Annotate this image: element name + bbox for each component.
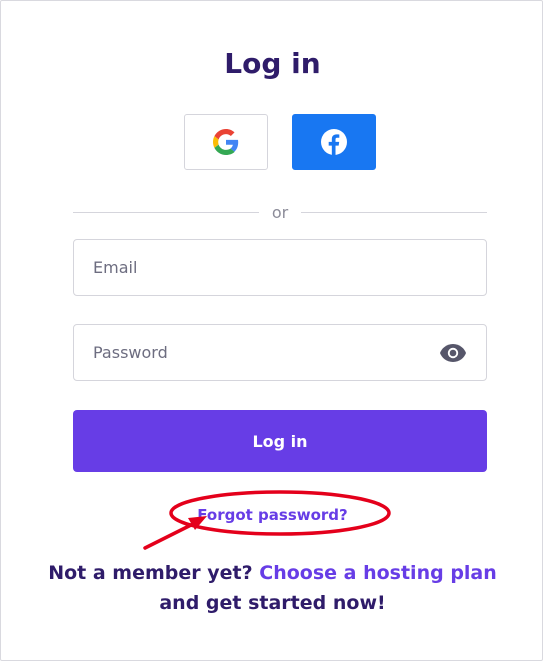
google-login-button[interactable] <box>184 114 268 170</box>
choose-hosting-plan-link[interactable]: Choose a hosting plan <box>259 562 497 584</box>
divider-line-left <box>73 212 259 213</box>
divider-or: or <box>271 203 289 222</box>
forgot-password-link[interactable]: Forgot password? <box>1 506 543 524</box>
page-title: Log in <box>224 47 321 80</box>
facebook-login-button[interactable] <box>292 114 376 170</box>
password-placeholder: Password <box>93 343 168 362</box>
login-button[interactable]: Log in <box>73 410 487 472</box>
facebook-f-icon <box>321 129 347 155</box>
password-field[interactable]: Password <box>73 324 487 381</box>
signup-suffix: and get started now! <box>159 592 386 614</box>
signup-prompt: Not a member yet? Choose a hosting plan … <box>1 558 543 618</box>
signup-prefix: Not a member yet? <box>48 562 253 584</box>
show-password-eye-icon[interactable] <box>439 343 467 363</box>
email-field[interactable]: Email <box>73 239 487 296</box>
divider-line-right <box>301 212 487 213</box>
email-placeholder: Email <box>93 258 138 277</box>
login-card: Log in or Email Password Log in Forgot p… <box>0 0 543 661</box>
google-g-icon <box>213 129 239 155</box>
